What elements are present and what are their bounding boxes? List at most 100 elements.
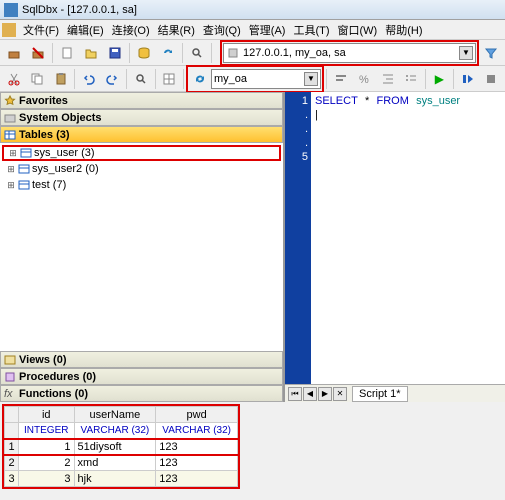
connection-text: 127.0.0.1, my_oa, sa xyxy=(243,47,459,59)
menu-tools[interactable]: 工具(T) xyxy=(289,20,333,40)
cell[interactable]: 1 xyxy=(19,439,75,455)
column-header[interactable]: pwd xyxy=(156,407,238,423)
func-icon: fx xyxy=(4,388,16,400)
pane-functions[interactable]: fx Functions (0) xyxy=(0,385,283,402)
tree-node[interactable]: ⊞sys_user2 (0) xyxy=(2,161,281,177)
star-icon xyxy=(4,95,16,107)
menu-window[interactable]: 窗口(W) xyxy=(334,20,382,40)
svg-text:%: % xyxy=(359,74,369,86)
title-bar: SqlDbx - [127.0.0.1, sa] xyxy=(0,0,505,20)
window-title: SqlDbx - [127.0.0.1, sa] xyxy=(22,4,137,16)
undo-button[interactable] xyxy=(78,68,99,90)
table-icon xyxy=(18,163,30,175)
pane-label: Tables (3) xyxy=(19,129,70,141)
menu-admin[interactable]: 管理(A) xyxy=(245,20,290,40)
main-area: Favorites System Objects Tables (3) ⊞sys… xyxy=(0,92,505,402)
editor-panel: 1...5 SELECT * FROM sys_user | ⏮ ◀ ▶ ✕ S… xyxy=(285,92,505,402)
menu-edit[interactable]: 编辑(E) xyxy=(63,20,108,40)
disconnect-button[interactable] xyxy=(27,42,49,64)
cell[interactable]: 123 xyxy=(156,439,238,455)
expand-icon[interactable]: ⊞ xyxy=(6,180,16,191)
cell[interactable]: hjk xyxy=(74,471,156,487)
menu-result[interactable]: 结果(R) xyxy=(154,20,199,40)
db-refresh-button[interactable] xyxy=(189,68,211,90)
refresh-button[interactable] xyxy=(157,42,179,64)
list-button[interactable] xyxy=(400,68,421,90)
copy-button[interactable] xyxy=(26,68,47,90)
cell[interactable]: 3 xyxy=(19,471,75,487)
pane-tables[interactable]: Tables (3) xyxy=(0,126,283,143)
paste-button[interactable] xyxy=(50,68,71,90)
tree-label: sys_user (3) xyxy=(34,147,95,159)
results-grid: iduserNamepwdINTEGERVARCHAR (32)VARCHAR … xyxy=(2,404,240,489)
table-icon xyxy=(18,179,30,191)
menu-query[interactable]: 查询(Q) xyxy=(199,20,245,40)
tab-prev-button[interactable]: ◀ xyxy=(303,387,317,401)
system-icon xyxy=(4,112,16,124)
left-panel: Favorites System Objects Tables (3) ⊞sys… xyxy=(0,92,285,402)
step-button[interactable] xyxy=(457,68,478,90)
app-icon xyxy=(4,3,18,17)
menu-icon xyxy=(2,23,16,37)
cut-button[interactable] xyxy=(3,68,24,90)
cell[interactable]: 123 xyxy=(156,471,238,487)
cell[interactable]: 51diysoft xyxy=(74,439,156,455)
connection-combo[interactable]: 127.0.0.1, my_oa, sa ▼ xyxy=(223,43,476,63)
filter-button[interactable] xyxy=(480,42,502,64)
row-header[interactable]: 3 xyxy=(5,471,19,487)
connect-button[interactable] xyxy=(3,42,25,64)
save-button[interactable] xyxy=(104,42,126,64)
database-text: my_oa xyxy=(214,73,304,85)
sql-editor[interactable]: SELECT * FROM sys_user | xyxy=(311,92,505,384)
tab-close-button[interactable]: ✕ xyxy=(333,387,347,401)
tab-first-button[interactable]: ⏮ xyxy=(288,387,302,401)
expand-icon[interactable]: ⊞ xyxy=(6,164,16,175)
caret: | xyxy=(315,109,318,121)
row-header[interactable]: 1 xyxy=(5,439,19,455)
db-button[interactable] xyxy=(133,42,155,64)
expand-icon[interactable]: ⊞ xyxy=(8,148,18,159)
script-tab[interactable]: Script 1* xyxy=(352,386,408,402)
comment-button[interactable]: % xyxy=(353,68,374,90)
script-tab-bar: ⏮ ◀ ▶ ✕ Script 1* xyxy=(285,384,505,402)
tree-node[interactable]: ⊞test (7) xyxy=(2,177,281,193)
cell[interactable]: xmd xyxy=(74,455,156,471)
indent-button[interactable] xyxy=(377,68,398,90)
pane-label: System Objects xyxy=(19,112,102,124)
tree-node[interactable]: ⊞ sys_user (3) xyxy=(2,145,281,161)
menu-connect[interactable]: 连接(O) xyxy=(108,20,154,40)
execute-button[interactable]: ▶ xyxy=(429,68,450,90)
format-button[interactable] xyxy=(330,68,351,90)
pane-views[interactable]: Views (0) xyxy=(0,351,283,368)
grid-button[interactable] xyxy=(159,68,180,90)
table-icon xyxy=(4,129,16,141)
column-header[interactable]: id xyxy=(19,407,75,423)
pane-procedures[interactable]: Procedures (0) xyxy=(0,368,283,385)
chevron-down-icon[interactable]: ▼ xyxy=(304,72,318,86)
pane-label: Favorites xyxy=(19,95,68,107)
open-button[interactable] xyxy=(80,42,102,64)
column-header[interactable]: userName xyxy=(74,407,156,423)
search-button[interactable] xyxy=(186,42,208,64)
cell[interactable]: 2 xyxy=(19,455,75,471)
pane-label: Views (0) xyxy=(19,354,67,366)
column-type: VARCHAR (32) xyxy=(156,423,238,439)
menu-help[interactable]: 帮助(H) xyxy=(381,20,426,40)
redo-button[interactable] xyxy=(102,68,123,90)
column-type: VARCHAR (32) xyxy=(74,423,156,439)
new-button[interactable] xyxy=(56,42,78,64)
pane-favorites[interactable]: Favorites xyxy=(0,92,283,109)
tree-view[interactable]: ⊞ sys_user (3) ⊞sys_user2 (0)⊞test (7) xyxy=(0,143,283,351)
chevron-down-icon[interactable]: ▼ xyxy=(459,46,473,60)
database-combo[interactable]: my_oa ▼ xyxy=(211,69,321,89)
tab-next-button[interactable]: ▶ xyxy=(318,387,332,401)
row-header[interactable]: 2 xyxy=(5,455,19,471)
pane-label: Functions (0) xyxy=(19,388,88,400)
menu-file[interactable]: 文件(F) xyxy=(19,20,63,40)
stop-button[interactable] xyxy=(480,68,501,90)
cell[interactable]: 123 xyxy=(156,455,238,471)
find-button[interactable] xyxy=(130,68,151,90)
sql-keyword: FROM xyxy=(376,95,408,107)
pane-system[interactable]: System Objects xyxy=(0,109,283,126)
sql-keyword: SELECT xyxy=(315,95,358,107)
